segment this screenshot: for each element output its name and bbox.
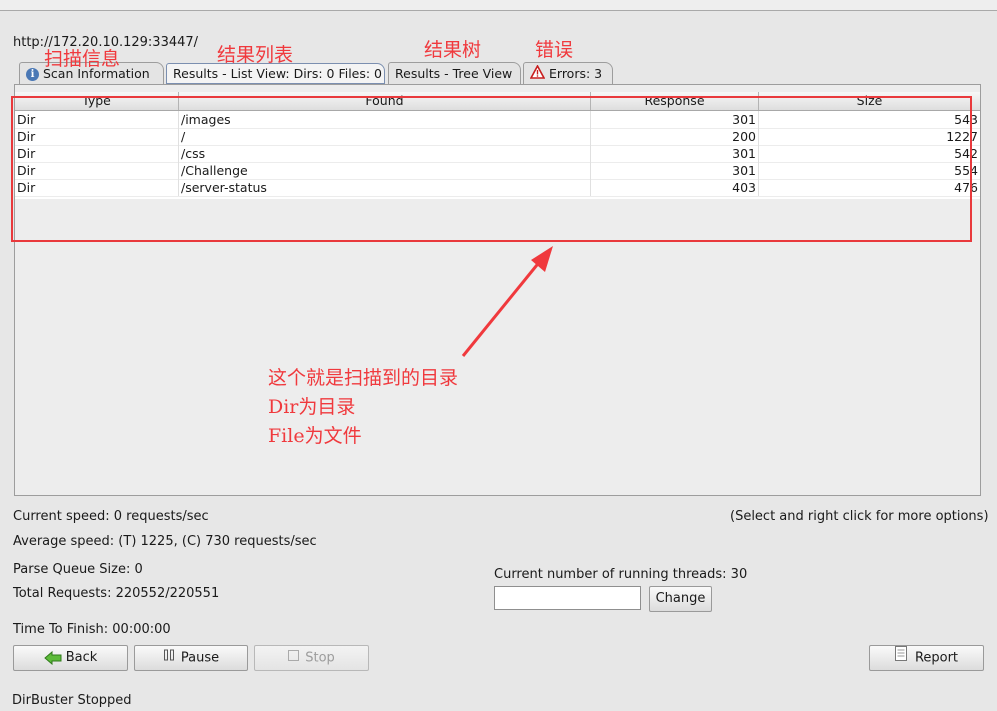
stop-button[interactable]: Stop [254, 645, 369, 671]
threads-input[interactable] [494, 586, 641, 610]
change-button[interactable]: Change [649, 586, 712, 612]
annotation-result-list: 结果列表 [217, 44, 294, 66]
report-button-label: Report [914, 650, 959, 666]
running-threads-label: Current number of running threads: 30 [494, 567, 748, 582]
arrow-annotation [461, 246, 553, 357]
annotation-errors: 错误 [535, 39, 574, 61]
report-button[interactable]: Report [869, 645, 984, 671]
tab-label: Results - Tree View [395, 66, 513, 81]
pause-button[interactable]: Pause [134, 645, 248, 671]
stop-icon [288, 646, 300, 670]
tab-results-tree-view[interactable]: Results - Tree View [388, 62, 521, 84]
info-icon: i [26, 68, 39, 81]
select-hint-label: (Select and right click for more options… [730, 509, 989, 524]
tab-errors[interactable]: Errors: 3 [523, 62, 613, 84]
window-top-strip [0, 0, 997, 11]
annotation-result-tree: 结果树 [424, 39, 482, 61]
current-speed-label: Current speed: 0 requests/sec [13, 509, 209, 524]
parse-queue-label: Parse Queue Size: 0 [13, 562, 143, 577]
tab-label: Errors: 3 [549, 66, 603, 81]
report-icon [894, 646, 907, 670]
warning-icon [529, 63, 546, 86]
average-speed-label: Average speed: (T) 1225, (C) 730 request… [13, 534, 317, 549]
annotation-note-line1: 这个就是扫描到的目录 [268, 367, 459, 389]
annotation-scan-info: 扫描信息 [44, 48, 121, 70]
annotation-note-line3: File为文件 [268, 425, 362, 447]
highlight-box-annotation [11, 96, 972, 242]
back-button-label: Back [65, 650, 98, 665]
back-button[interactable]: Back [13, 645, 128, 671]
total-requests-label: Total Requests: 220552/220551 [13, 586, 220, 601]
tab-label: Results - List View: Dirs: 0 Files: 0 [173, 66, 383, 81]
back-arrow-icon [43, 650, 62, 665]
pause-icon [163, 646, 175, 670]
time-to-finish-label: Time To Finish: 00:00:00 [13, 622, 171, 637]
pause-button-label: Pause [180, 650, 220, 666]
annotation-note-line2: Dir为目录 [268, 396, 356, 418]
status-footer: DirBuster Stopped [12, 693, 132, 708]
stop-button-label: Stop [305, 650, 335, 666]
